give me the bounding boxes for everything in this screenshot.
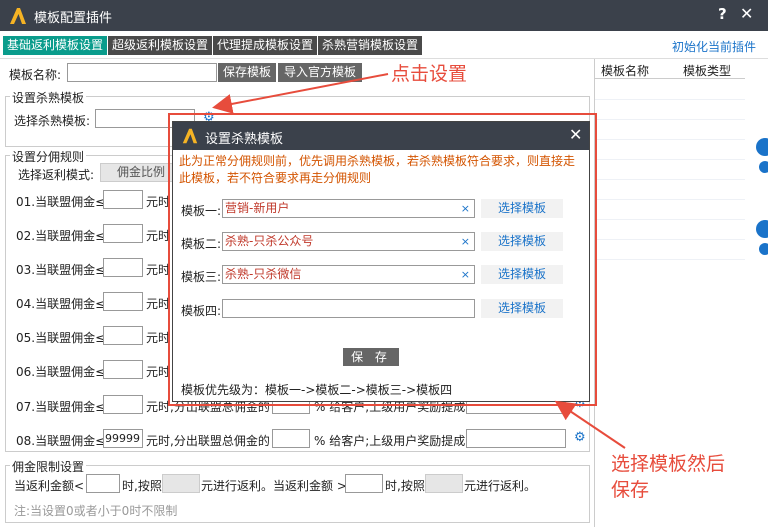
arrow-to-dialog (554, 400, 626, 449)
annotation-arrows (212, 73, 626, 449)
arrow-to-gear (212, 73, 389, 114)
